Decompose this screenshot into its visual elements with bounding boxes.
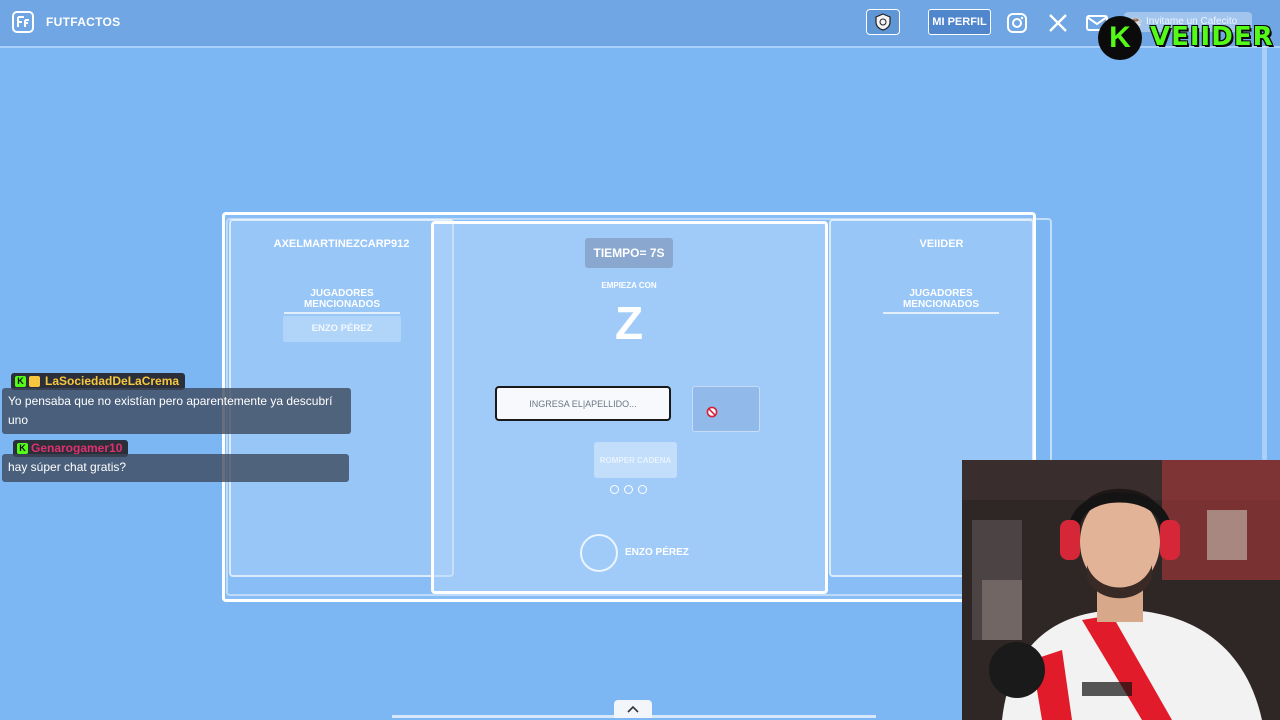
right-player-name: VEIIDER — [919, 238, 964, 250]
left-player-name: AXELMARTINEZCARP912 — [273, 238, 410, 250]
futfactos-logo-icon[interactable] — [12, 11, 34, 33]
shield-icon — [875, 13, 891, 31]
life-dot — [624, 485, 633, 494]
top-navbar: FUTFACTOS MI PERFIL ☕ Invitame un Cafeci… — [0, 0, 1280, 48]
life-dot — [638, 485, 647, 494]
kick-channel-name: VEIIDER — [1150, 22, 1274, 52]
my-profile-button[interactable]: MI PERFIL — [928, 9, 991, 35]
club-shield-button[interactable] — [866, 9, 900, 35]
instagram-icon[interactable] — [1006, 12, 1028, 34]
kick-logo: K — [1098, 16, 1142, 60]
brand-name[interactable]: FUTFACTOS — [46, 15, 120, 29]
timer-badge: TIEMPO= 7S — [585, 238, 673, 268]
current-player-avatar — [580, 534, 618, 572]
streamer-webcam — [962, 460, 1280, 720]
mentioned-player-chip: ENZO PÉREZ — [283, 316, 401, 342]
surname-input[interactable] — [495, 386, 671, 421]
left-mentioned-title: JUGADORES MENCIONADOS — [284, 288, 400, 314]
chat-user-name: LaSociedadDeLaCrema — [45, 374, 180, 388]
x-icon[interactable] — [1047, 12, 1069, 34]
chat-text: hay súper chat gratis? — [2, 454, 349, 482]
webcam-feed-image — [962, 460, 1280, 720]
current-player-name: ENZO PÉREZ — [625, 547, 689, 558]
chat-user-name: Genarogamer10 — [31, 441, 123, 455]
chat-text: Yo pensaba que no existían pero aparente… — [2, 388, 351, 434]
subscriber-badge-icon — [29, 376, 40, 388]
kick-badge-icon: K — [15, 376, 26, 388]
kick-badge-icon: K — [17, 443, 28, 455]
not-allowed-icon — [706, 406, 718, 418]
page-scrollbar[interactable] — [1262, 46, 1267, 460]
break-chain-button[interactable]: ROMPER CADENA — [594, 442, 677, 478]
kick-channel-overlay: K VEIIDER — [1098, 16, 1273, 62]
lives-indicator — [608, 485, 652, 497]
chevron-up-icon — [627, 705, 639, 713]
life-dot — [610, 485, 619, 494]
starting-letter: Z — [614, 297, 644, 349]
expand-tab-button[interactable] — [614, 700, 652, 718]
right-mentioned-title: JUGADORES MENCIONADOS — [883, 288, 999, 314]
submit-button[interactable] — [692, 386, 760, 432]
starts-with-label: EMPIEZA CON — [601, 281, 657, 290]
